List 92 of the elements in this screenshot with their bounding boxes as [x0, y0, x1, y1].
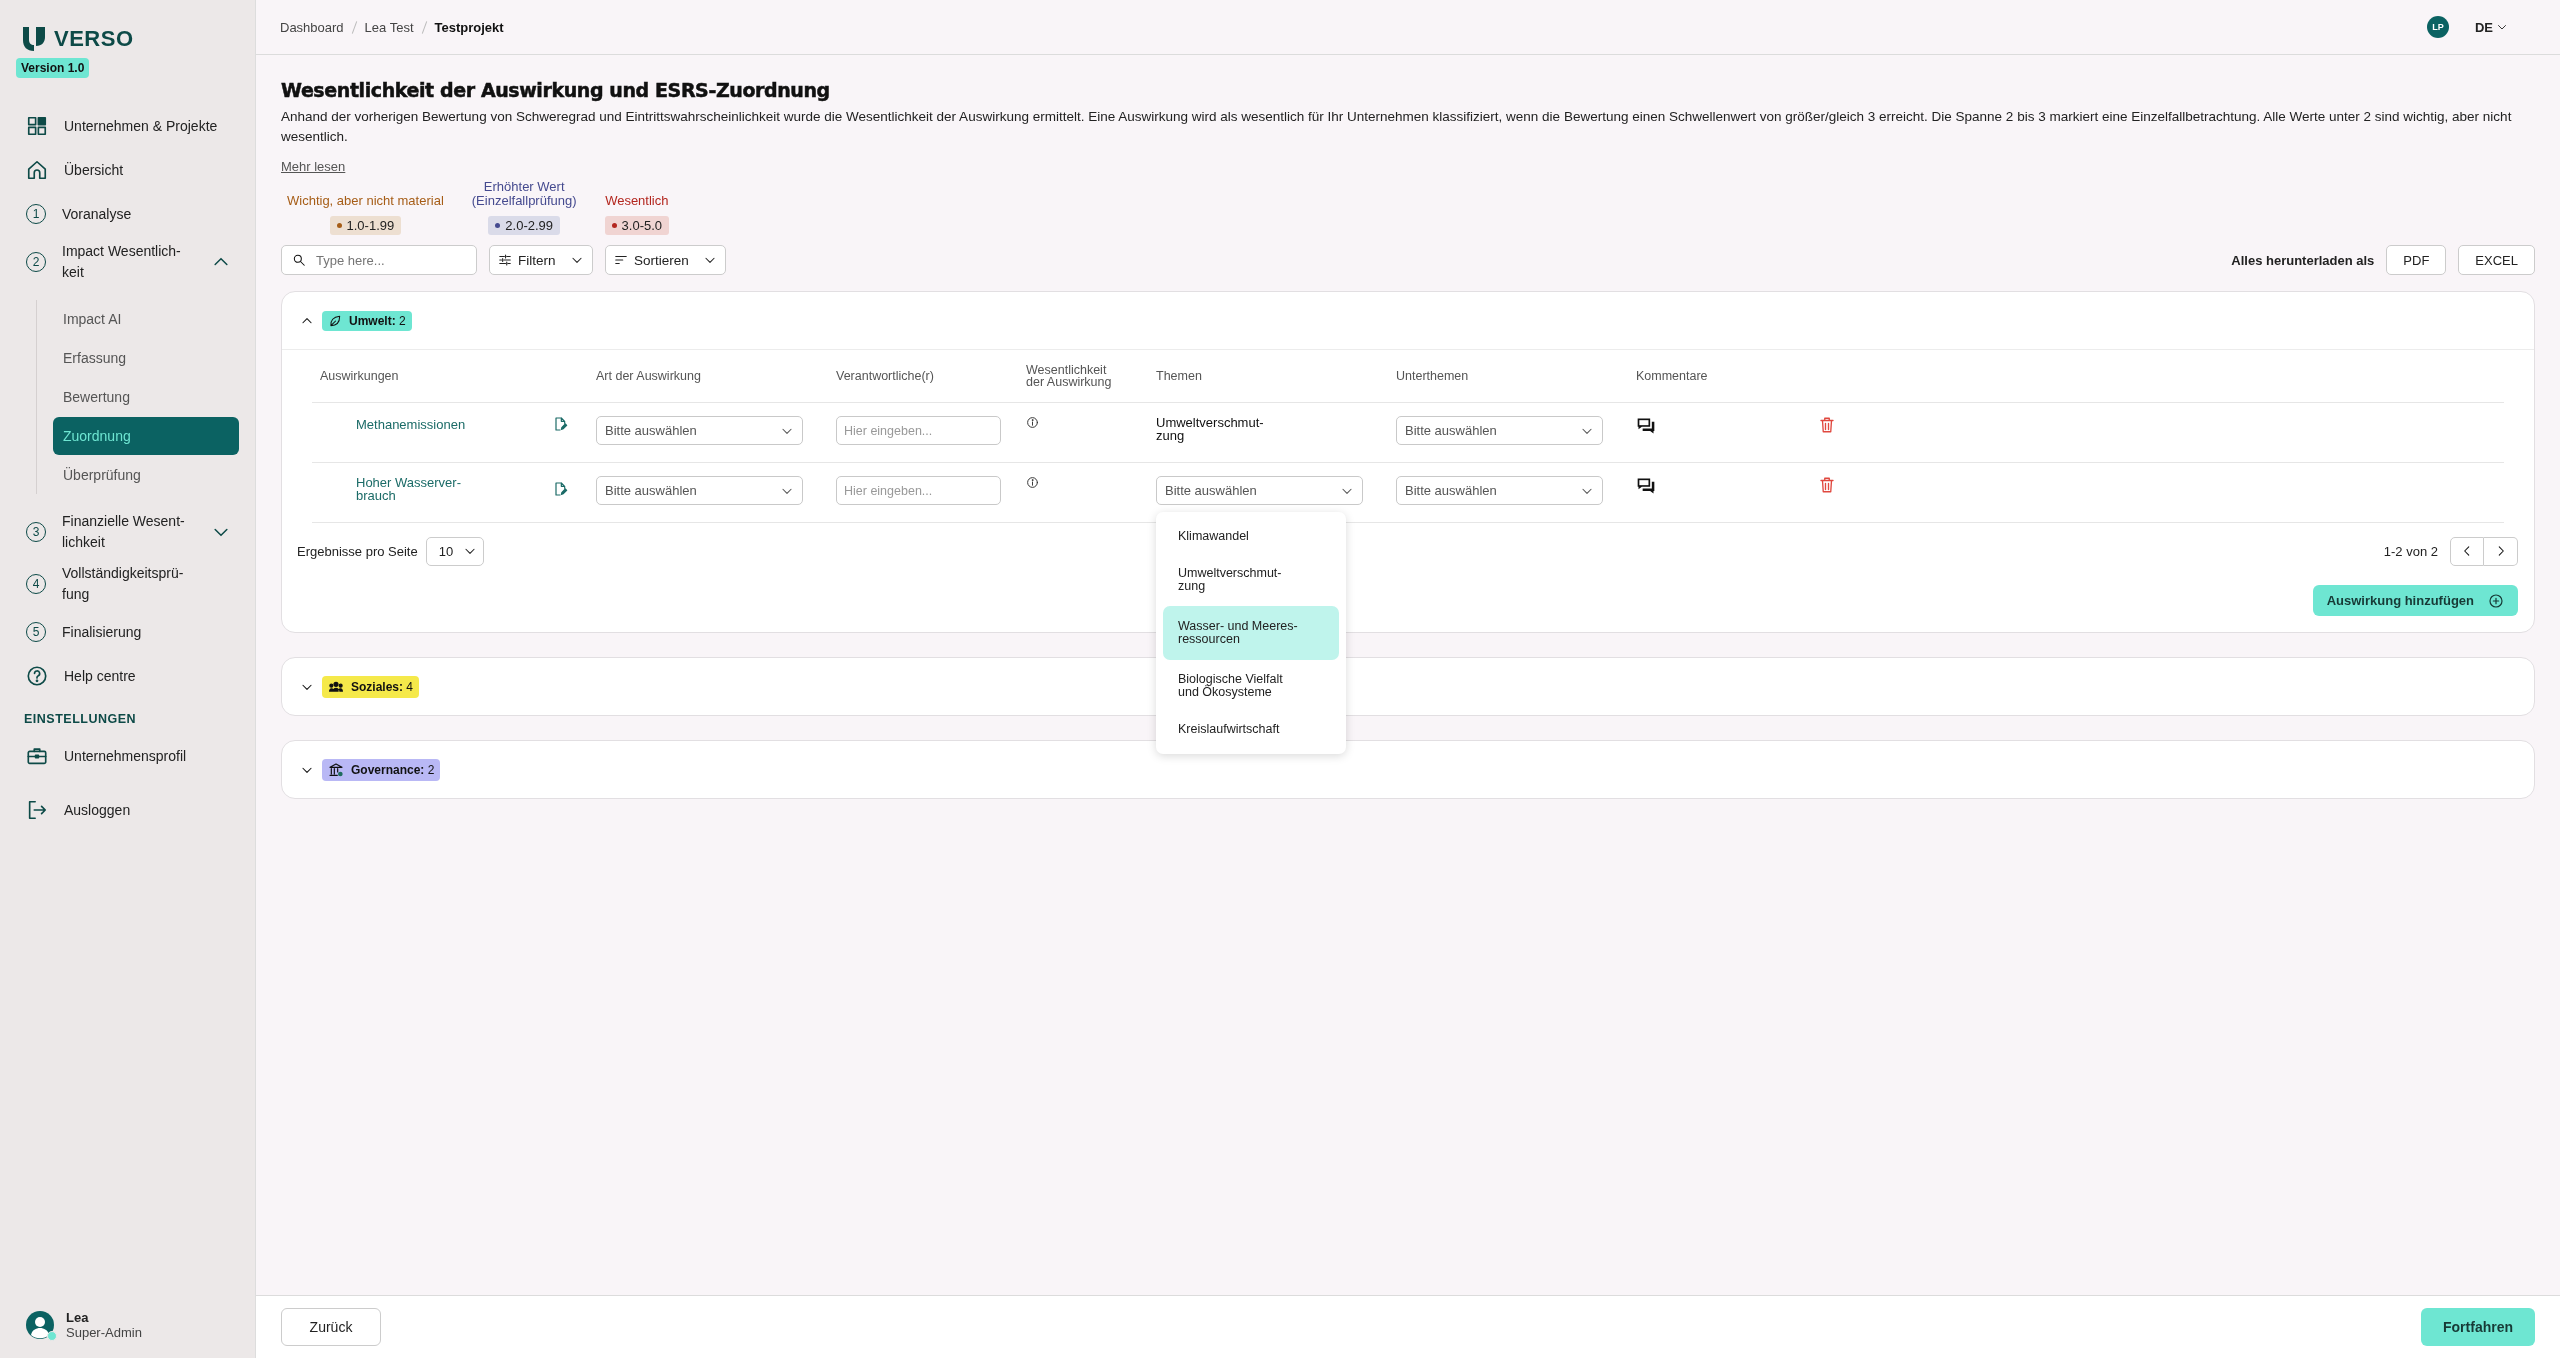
search-field[interactable]: Type here... — [281, 245, 477, 275]
score-range-tag: 2.0-2.99 — [488, 216, 560, 235]
grid-icon — [26, 115, 48, 137]
logo-icon — [22, 26, 46, 52]
breadcrumb-link[interactable]: Testprojekt — [434, 19, 504, 35]
filter-button[interactable]: Filtern — [489, 245, 593, 275]
nav-item[interactable]: Unternehmensprofil — [0, 734, 255, 778]
nav-item[interactable]: 1 Voranalyse — [0, 192, 255, 236]
help-icon — [26, 665, 48, 687]
nav-item[interactable]: 3 Finanzielle Wesent- lichkeit — [0, 506, 255, 558]
add-impact-button[interactable]: Auswirkung hinzufügen — [2312, 585, 2518, 616]
edit-document-icon — [552, 416, 568, 432]
category-label: Governance: 2 — [351, 762, 435, 777]
pagination-range: 1-2 von 2 — [2383, 543, 2438, 559]
nav-subitem[interactable]: Erfassung — [53, 339, 239, 377]
dropdown-option[interactable]: Wasser- und Meeres- ressourcen — [1163, 606, 1339, 660]
select-field[interactable]: Bitte auswählen — [1156, 476, 1363, 505]
dropdown-option[interactable]: Umweltverschmut- zung — [1163, 558, 1339, 602]
breadcrumb-link[interactable]: Dashboard — [280, 19, 344, 35]
language-selector[interactable]: DE — [2474, 19, 2508, 35]
continue-button[interactable]: Fortfahren — [2421, 1308, 2535, 1346]
search-icon — [292, 253, 306, 267]
nav-subitem[interactable]: Impact AI — [53, 300, 239, 338]
nav-subitem[interactable]: Zuordnung — [53, 417, 239, 455]
dropdown-option[interactable]: Biologische Vielfalt und Ökosysteme — [1163, 664, 1339, 708]
column-header: Unterthemen — [1395, 370, 1470, 382]
user-avatar — [26, 1311, 54, 1339]
select-field[interactable]: Bitte auswählen — [596, 476, 803, 505]
download-button[interactable]: EXCEL — [2458, 245, 2535, 275]
user-role: Super-Admin — [66, 1325, 142, 1340]
page-title: Wesentlichkeit der Auswirkung und ESRS-Zuordnung — [281, 79, 831, 101]
page-size-label: Ergebnisse pro Seite — [297, 543, 418, 559]
text-input[interactable]: Hier eingeben... — [836, 476, 1001, 505]
sliders-icon — [498, 253, 512, 267]
column-header: Wesentlichkeit der Auswirkung — [1025, 364, 1113, 388]
impact-link[interactable]: Hoher Wasserver- brauch — [356, 476, 461, 502]
nav-item[interactable]: Übersicht — [0, 148, 255, 192]
version-badge: Version 1.0 — [16, 58, 90, 78]
column-header: Auswirkungen — [319, 370, 400, 382]
briefcase-icon — [26, 745, 48, 767]
score-range-tag: 1.0-1.99 — [329, 216, 402, 235]
nav-subitem[interactable]: Überprüfung — [53, 456, 239, 494]
text-input[interactable]: Hier eingeben... — [836, 416, 1001, 445]
comment-icon — [1636, 476, 1656, 496]
home-icon — [26, 159, 48, 181]
score-range-tag: 3.0-5.0 — [604, 216, 670, 235]
leaf-icon — [328, 313, 342, 328]
read-more-link[interactable]: Mehr lesen — [281, 159, 346, 174]
nav-item[interactable]: Ausloggen — [0, 788, 255, 832]
info-icon — [1026, 416, 1039, 429]
sort-icon — [614, 253, 628, 267]
nav-subitem[interactable]: Bewertung — [53, 378, 239, 416]
column-header: Art der Auswirkung — [595, 370, 702, 382]
select-field[interactable]: Bitte auswählen — [596, 416, 803, 445]
download-label: Alles herunterladen als — [2231, 252, 2375, 268]
section-heading: EINSTELLUNGEN — [23, 711, 138, 728]
category-label: Soziales: 4 — [351, 679, 414, 694]
column-header: Themen — [1155, 370, 1203, 382]
nav-item[interactable]: 4 Vollständigkeitsprü- fung — [0, 558, 255, 610]
edit-document-icon — [552, 481, 568, 497]
plus-circle-icon — [2488, 592, 2504, 609]
select-field[interactable]: Bitte auswählen — [1396, 476, 1603, 505]
impact-link[interactable]: Methanemissionen — [356, 417, 466, 431]
trash-icon — [1818, 476, 1836, 494]
logout-icon — [26, 799, 48, 821]
column-header: Kommentare — [1635, 370, 1709, 382]
page-description: Anhand der vorherigen Bewertung von Schweregrad und Eintrittswahrscheinlichkeit wurde die Wesentlichkeit der Auswirkung ermittelt. Eine Auswirkung wird als wesentlich für Ihr Unternehmen klassifiziert, wenn die Bewertung einen Schwellenwert von größer/gleich 3 erreicht. Die Spanne 2 bis 3 markiert eine Einzelfallbetrachtung. Alle Werte unter 2 sind wichtig, aber nicht wesentlich. — [281, 108, 2513, 146]
nav-item[interactable]: 5 Finalisierung — [0, 610, 255, 654]
select-field[interactable]: Bitte auswählen — [1396, 416, 1603, 445]
trash-icon — [1818, 416, 1836, 434]
nav-item[interactable]: 2 Impact Wesentlich- keit — [0, 236, 255, 288]
nav-item[interactable]: Unternehmen & Projekte — [0, 104, 255, 148]
legend-label: Erhöhter Wert (Einzelfallprüfung) — [471, 180, 577, 208]
column-header: Verantwortliche(r) — [835, 370, 935, 382]
info-icon — [1026, 476, 1039, 489]
legend-label: Wichtig, aber nicht material — [287, 194, 444, 208]
page-size-select[interactable]: 10 — [425, 536, 485, 566]
user-avatar[interactable]: LP — [2426, 16, 2449, 38]
sort-button[interactable]: Sortieren — [605, 245, 726, 275]
user-name: Lea — [66, 1310, 90, 1325]
category-label: Umwelt: 2 — [349, 313, 406, 328]
dropdown-option[interactable]: Klimawandel — [1163, 519, 1339, 554]
bank-icon — [328, 761, 344, 778]
comment-icon — [1636, 416, 1656, 436]
topic-text: Umweltverschmut- zung — [1156, 416, 1264, 442]
brand-name: VERSO — [54, 26, 134, 52]
legend-label: Wesentlich — [605, 194, 669, 208]
breadcrumb-link[interactable]: Lea Test — [364, 19, 414, 35]
back-button[interactable]: Zurück — [281, 1308, 381, 1346]
nav-item[interactable]: Help centre — [0, 654, 255, 698]
dropdown-option[interactable]: Kreislaufwirtschaft — [1163, 712, 1339, 747]
download-button[interactable]: PDF — [2386, 245, 2447, 275]
